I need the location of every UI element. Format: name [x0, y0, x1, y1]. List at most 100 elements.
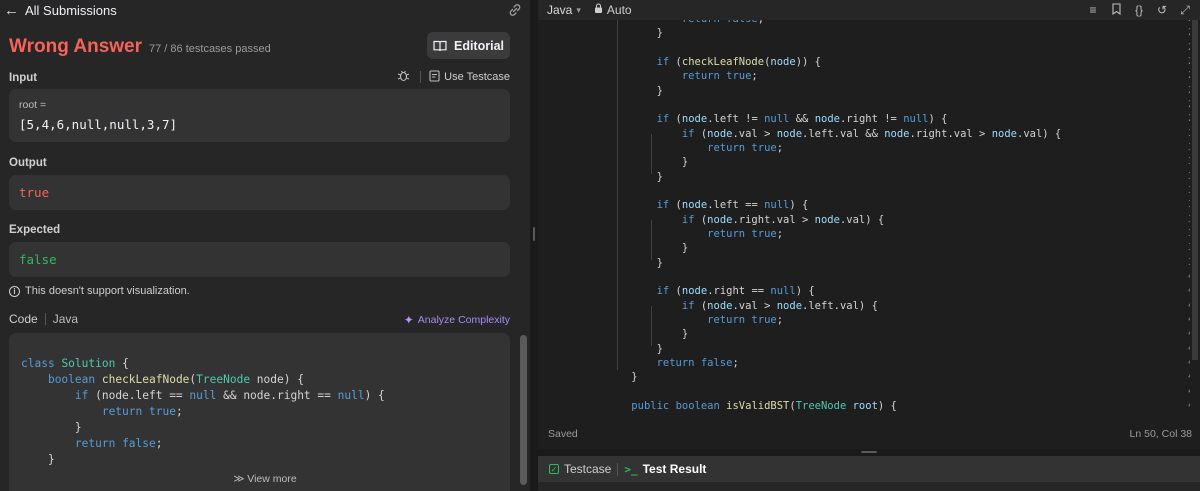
view-more-label: View more	[247, 473, 297, 485]
code-language: Java	[52, 312, 79, 326]
expected-label: Expected	[9, 224, 61, 236]
code-header-separator	[44, 313, 46, 325]
share-link-icon[interactable]	[508, 3, 522, 17]
code-label: Code	[9, 312, 38, 326]
code-header: Code Java	[9, 312, 78, 326]
bottom-resizer-grip	[861, 451, 877, 453]
testcases-passed: 77 / 86 testcases passed	[149, 43, 271, 55]
editor-status-bar: Saved Ln 50, Col 38	[538, 419, 1200, 449]
expected-value: false	[19, 252, 57, 267]
output-value: true	[19, 185, 50, 200]
editor-scrollbar-thumb[interactable]	[1192, 20, 1198, 360]
terminal-icon: >_	[624, 462, 638, 476]
code-line: }	[606, 170, 663, 183]
code-editor[interactable]: 22 return false;23 }2425 if (checkLeafNo…	[538, 20, 1200, 419]
app: ← All Submissions Wrong Answer 77 / 86 t…	[0, 0, 1200, 491]
code-line: if (node.left != null && node.right != n…	[656, 113, 948, 126]
auto-mode[interactable]: Auto	[607, 3, 632, 17]
panel-resizer[interactable]	[530, 0, 538, 491]
console-tabs: ✓ Testcase >_ Test Result	[538, 456, 1200, 482]
cursor-position: Ln 50, Col 38	[1129, 428, 1192, 440]
editor-actions: ≡ {} ↺ ⤢	[1086, 3, 1192, 18]
code-line: if (node.left == null) {	[656, 199, 809, 212]
editor-scrollbar[interactable]	[1190, 20, 1200, 419]
code-line: }	[606, 371, 638, 384]
tab-testcase-label: Testcase	[564, 462, 612, 476]
left-scrollbar[interactable]	[520, 335, 527, 485]
input-label: Input	[9, 72, 38, 84]
braces-icon[interactable]: {}	[1132, 3, 1146, 18]
code-line: }	[21, 421, 82, 434]
visualization-note-text: This doesn't support visualization.	[25, 285, 190, 297]
editorial-label: Editorial	[453, 38, 504, 53]
chevron-down-icon[interactable]: ▾	[576, 5, 581, 16]
visualization-note: i This doesn't support visualization.	[9, 285, 190, 297]
tab-testcase[interactable]: ✓ Testcase	[549, 462, 611, 476]
code-line: return true;	[681, 70, 758, 83]
chevron-double-down-icon: ≫	[233, 473, 245, 485]
editorial-button[interactable]: Editorial	[427, 32, 510, 59]
code-line: }	[606, 256, 663, 269]
code-line: }	[606, 156, 689, 169]
expand-icon[interactable]: ⤢	[1178, 3, 1192, 18]
book-icon	[433, 40, 447, 51]
testcase-icon	[429, 69, 440, 85]
code-line: return true;	[707, 227, 784, 240]
code-line: if (node.val > node.left.val) {	[681, 299, 878, 312]
code-line: if (node.val > node.left.val && node.rig…	[681, 127, 1062, 140]
code-line: boolean checkLeafNode(TreeNode node) {	[47, 373, 304, 386]
lock-icon	[594, 3, 603, 17]
code-line: public boolean isValidBST(TreeNode root)…	[631, 399, 897, 412]
analyze-complexity-label: Analyze Complexity	[417, 314, 510, 326]
code-line: }	[606, 328, 689, 341]
code-line: return false;	[656, 356, 739, 369]
checkbox-icon: ✓	[549, 464, 559, 474]
sparkle-icon: ✦	[403, 313, 414, 327]
code-line: if (node.left == null && node.right == n…	[74, 389, 385, 402]
output-box: true	[9, 175, 510, 210]
tools-separator	[420, 71, 422, 83]
format-icon[interactable]: ≡	[1086, 3, 1100, 18]
language-select[interactable]: Java	[547, 3, 572, 17]
code-line: if (node.right.val > node.val) {	[681, 213, 885, 226]
bookmark-icon[interactable]	[1109, 3, 1123, 18]
input-value: [5,4,6,null,null,3,7]	[19, 117, 178, 132]
use-testcase-button[interactable]: Use Testcase	[444, 71, 510, 83]
bottom-panel-resizer[interactable]	[538, 449, 1200, 456]
result-header: Wrong Answer 77 / 86 testcases passed	[9, 36, 271, 58]
submitted-code: class Solution { boolean checkLeafNode(T…	[21, 356, 385, 468]
editor-toolbar: Java ▾ Auto ≡ {} ↺ ⤢	[538, 0, 1200, 20]
input-tools: Use Testcase	[397, 69, 510, 85]
resizer-grip	[533, 227, 535, 241]
reset-icon[interactable]: ↺	[1155, 3, 1169, 18]
code-line: return true;	[707, 141, 784, 154]
info-icon: i	[9, 285, 20, 297]
code-line: return true;	[101, 405, 183, 418]
submission-panel: ← All Submissions Wrong Answer 77 / 86 t…	[0, 0, 530, 491]
editor-panel: Java ▾ Auto ≡ {} ↺ ⤢ 22 return fal	[538, 0, 1200, 449]
expected-box: false	[9, 242, 510, 277]
view-more-button[interactable]: ≫ View more	[0, 473, 530, 485]
code-line: }	[606, 242, 689, 255]
output-label: Output	[9, 157, 47, 169]
input-box: root = [5,4,6,null,null,3,7]	[9, 89, 510, 142]
input-var-name: root =	[19, 99, 47, 111]
code-line: }	[606, 84, 663, 97]
tab-test-result-label: Test Result	[642, 462, 707, 476]
code-line: return true;	[707, 313, 784, 326]
code-line: class Solution {	[21, 357, 129, 370]
code-line: }	[606, 27, 663, 40]
tab-test-result[interactable]: >_ Test Result	[624, 462, 706, 476]
all-submissions-link[interactable]: All Submissions	[25, 3, 117, 18]
code-line: if (node.right == null) {	[656, 285, 815, 298]
code-line: return false;	[74, 437, 163, 450]
debug-icon[interactable]	[397, 69, 410, 85]
code-line: if (checkLeafNode(node)) {	[656, 55, 821, 68]
save-status: Saved	[548, 428, 578, 440]
tab-separator	[617, 462, 619, 476]
back-arrow-icon[interactable]: ←	[4, 2, 19, 19]
code-line: }	[606, 342, 663, 355]
analyze-complexity-button[interactable]: ✦ Analyze Complexity	[404, 313, 510, 327]
submitted-code-box: class Solution { boolean checkLeafNode(T…	[9, 333, 510, 491]
result-status: Wrong Answer	[9, 36, 143, 57]
